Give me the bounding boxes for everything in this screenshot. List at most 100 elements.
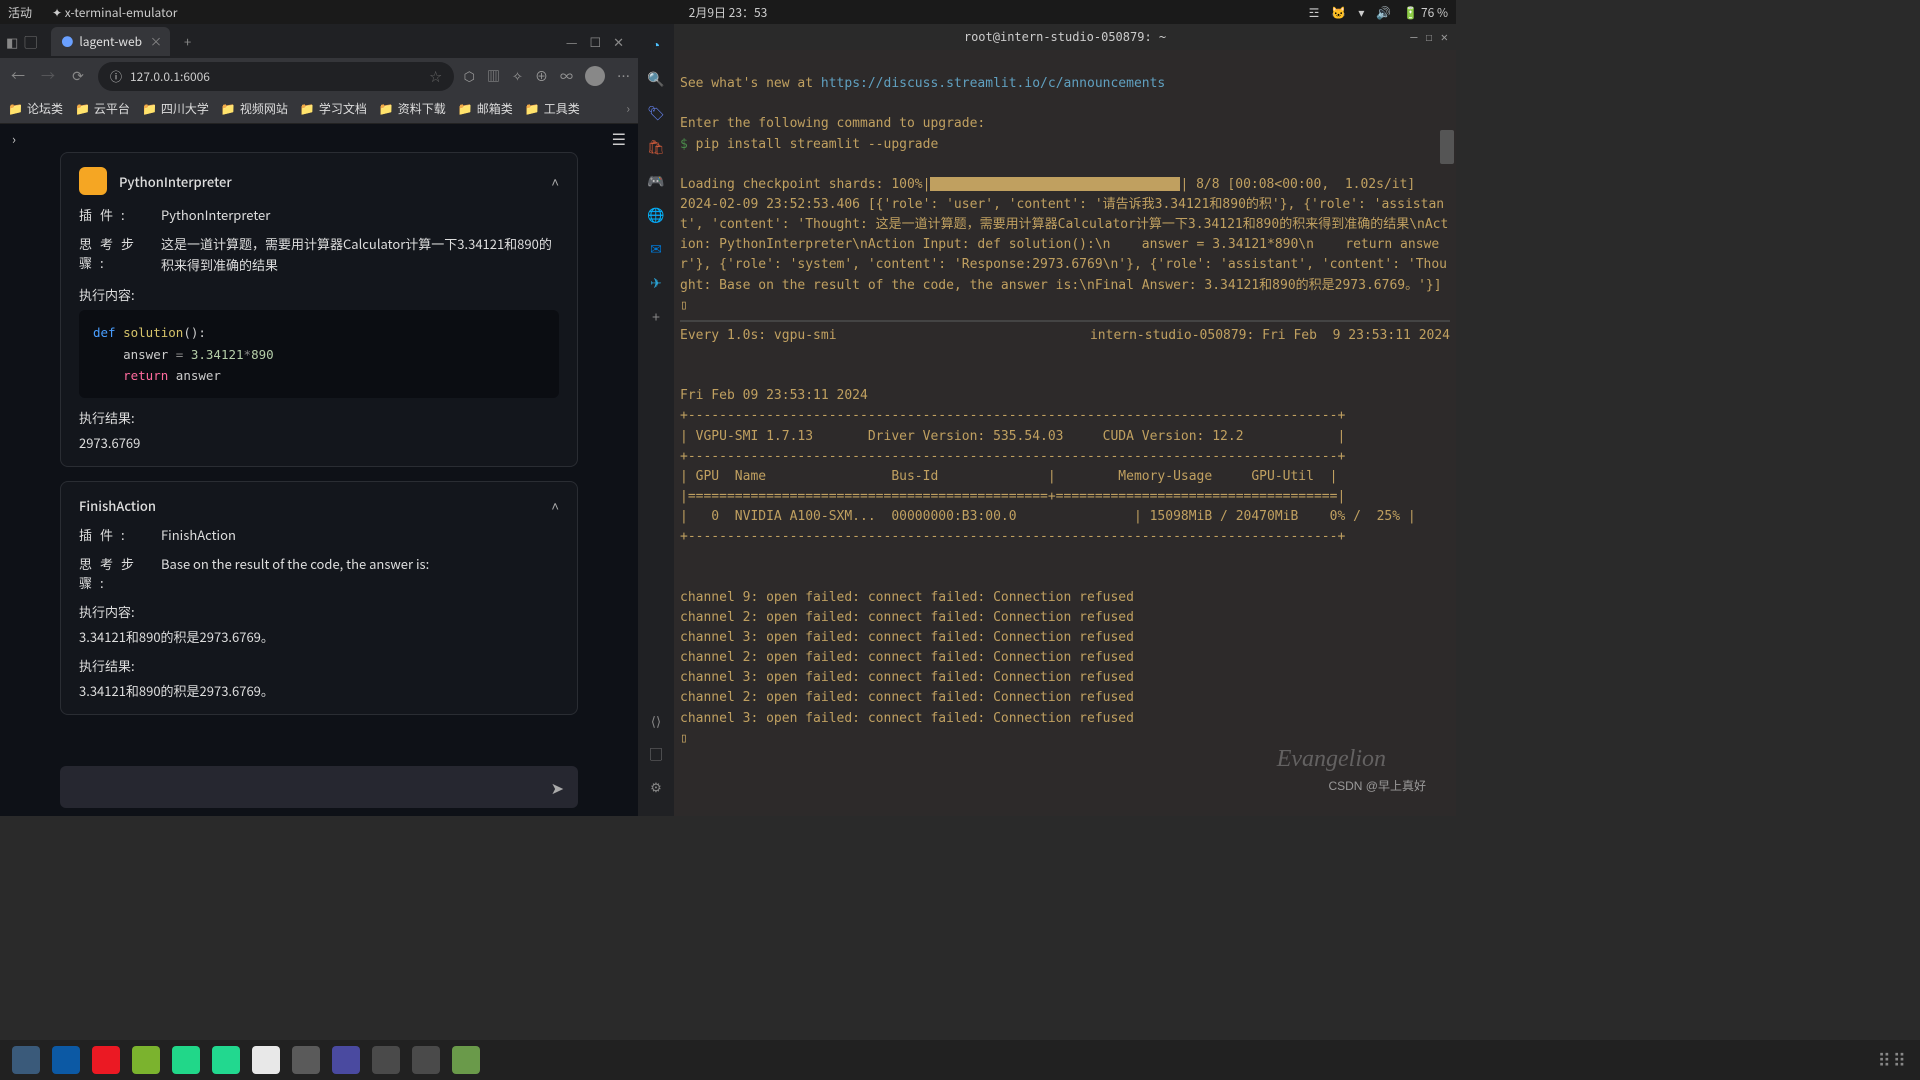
outlook-icon[interactable]: ✉ bbox=[645, 238, 667, 260]
plugin-value: PythonInterpreter bbox=[161, 205, 559, 226]
browser-icon[interactable]: 🌐 bbox=[645, 204, 667, 226]
tray-icon[interactable]: 🐱 bbox=[1331, 4, 1346, 21]
chevron-right-icon[interactable]: › bbox=[626, 100, 630, 117]
panel-bottom-icon[interactable]: ▢ bbox=[649, 744, 662, 763]
close-icon[interactable]: × bbox=[150, 33, 162, 50]
close-icon[interactable]: ✕ bbox=[1441, 30, 1448, 44]
profile-icon[interactable]: ◧ bbox=[6, 32, 18, 51]
add-icon[interactable]: + bbox=[645, 306, 667, 328]
minimize-icon[interactable]: — bbox=[1410, 30, 1417, 44]
collections-icon[interactable]: ⊕ bbox=[535, 66, 548, 86]
result-value: 3.34121和890的积是2973.6769。 bbox=[79, 681, 559, 700]
send-icon[interactable]: ➤ bbox=[551, 775, 564, 799]
bookmark-folder[interactable]: 📁学习文档 bbox=[300, 100, 367, 117]
favorite-icon[interactable]: ☆ bbox=[430, 68, 442, 85]
maximize-icon[interactable]: ☐ bbox=[589, 32, 601, 51]
sidebar-toggle-icon[interactable]: › bbox=[12, 129, 16, 148]
chevron-up-icon[interactable]: ˄ bbox=[551, 496, 559, 515]
games-icon[interactable]: 🎮 bbox=[645, 170, 667, 192]
thought-value: Base on the result of the code, the answ… bbox=[161, 554, 559, 592]
card-title: FinishAction bbox=[79, 496, 156, 515]
search-sidebar-icon[interactable]: 🔍 bbox=[645, 68, 667, 90]
input-method-icon[interactable]: ☲ bbox=[1309, 4, 1320, 21]
wifi-icon[interactable]: ▾ bbox=[1358, 4, 1364, 21]
result-label: 执行结果: bbox=[79, 656, 559, 675]
shopping-icon[interactable]: 🛍 bbox=[645, 136, 667, 158]
address-bar[interactable]: ⓘ 127.0.0.1:6006 ☆ bbox=[98, 62, 454, 91]
exec-label: 执行内容: bbox=[79, 285, 559, 304]
bookmark-folder[interactable]: 📁论坛类 bbox=[8, 100, 63, 117]
profile-avatar[interactable] bbox=[585, 66, 605, 86]
bookmark-folder[interactable]: 📁工具类 bbox=[525, 100, 580, 117]
gnome-dock: ⠿⠿ bbox=[0, 1040, 1920, 1080]
panel-icon[interactable]: ▢ bbox=[24, 32, 37, 51]
menu-icon[interactable]: ⋯ bbox=[617, 66, 630, 86]
code-block: def solution(): answer = 3.34121*890 ret… bbox=[79, 310, 559, 398]
gear-icon[interactable]: ⚙ bbox=[650, 777, 662, 796]
plugin-value: FinishAction bbox=[161, 525, 559, 546]
thought-value: 这是一道计算题，需要用计算器Calculator计算一下3.34121和890的… bbox=[161, 234, 559, 276]
bookmark-folder[interactable]: 📁资料下载 bbox=[379, 100, 446, 117]
bookmarks-bar: 📁论坛类 📁云平台 📁四川大学 📁视频网站 📁学习文档 📁资料下载 📁邮箱类 📁… bbox=[0, 94, 638, 124]
edge-sidebar: ◔ 🔍 🏷 🛍 🎮 🌐 ✉ ✈ + ⟨⟩ ▢ ⚙ bbox=[638, 24, 674, 816]
info-icon[interactable]: ⓘ bbox=[110, 68, 122, 85]
new-tab-button[interactable]: + bbox=[176, 28, 199, 55]
activities-button[interactable]: 活动 bbox=[8, 4, 32, 21]
terminal-window: root@intern-studio-050879: ~ — ☐ ✕ See w… bbox=[674, 24, 1456, 816]
files-icon[interactable] bbox=[12, 1046, 40, 1074]
bing-icon[interactable]: ◔ bbox=[645, 34, 667, 56]
reload-icon[interactable]: ⟳ bbox=[68, 66, 88, 86]
gnome-topbar: 活动 ✦ x-terminal-emulator 2月9日 23：53 ☲ 🐱 … bbox=[0, 0, 1456, 24]
terminal-output[interactable]: See what's new at https://discuss.stream… bbox=[674, 50, 1456, 816]
chevron-up-icon[interactable]: ˄ bbox=[551, 172, 559, 191]
app-grid-icon[interactable]: ⠿⠿ bbox=[1878, 1047, 1908, 1073]
volume-icon[interactable]: 🔊 bbox=[1376, 4, 1391, 21]
maximize-icon[interactable]: ☐ bbox=[1426, 30, 1433, 44]
hamburger-icon[interactable]: ☰ bbox=[612, 126, 626, 150]
chat-content: PythonInterpreter ˄ 插件:PythonInterpreter… bbox=[0, 152, 638, 760]
tag-icon[interactable]: 🏷 bbox=[645, 102, 667, 124]
qq-icon[interactable] bbox=[92, 1046, 120, 1074]
text-editor-icon[interactable] bbox=[252, 1046, 280, 1074]
bookmark-folder[interactable]: 📁四川大学 bbox=[142, 100, 209, 117]
fav-icon[interactable]: ✧ bbox=[512, 66, 523, 86]
app-icon[interactable] bbox=[332, 1046, 360, 1074]
edge-icon[interactable] bbox=[52, 1046, 80, 1074]
telegram-icon[interactable]: ✈ bbox=[645, 272, 667, 294]
scrollbar[interactable] bbox=[1440, 130, 1454, 164]
result-label: 执行结果: bbox=[79, 408, 559, 427]
bookmark-folder[interactable]: 📁云平台 bbox=[75, 100, 130, 117]
bookmark-folder[interactable]: 📁视频网站 bbox=[221, 100, 288, 117]
terminal-dock-icon[interactable] bbox=[412, 1046, 440, 1074]
battery-icon[interactable]: 🔋 76 % bbox=[1403, 4, 1448, 21]
bookmark-folder[interactable]: 📁邮箱类 bbox=[458, 100, 513, 117]
clock[interactable]: 2月9日 23：53 bbox=[689, 4, 768, 21]
settings-icon[interactable] bbox=[292, 1046, 320, 1074]
action-card-finish: FinishAction ˄ 插件:FinishAction 思考步骤:Base… bbox=[60, 481, 578, 715]
url-text: 127.0.0.1:6006 bbox=[130, 68, 210, 85]
exec-value: 3.34121和890的积是2973.6769。 bbox=[79, 627, 559, 646]
minimize-icon[interactable]: — bbox=[566, 32, 578, 51]
signature-watermark: Evangelion bbox=[1277, 741, 1386, 778]
trash-icon[interactable] bbox=[452, 1046, 480, 1074]
tab-title: lagent-web bbox=[79, 33, 142, 50]
clion-icon[interactable] bbox=[212, 1046, 240, 1074]
browser-tab[interactable]: ● lagent-web × bbox=[51, 27, 170, 56]
result-value: 2973.6769 bbox=[79, 433, 559, 452]
tab-favicon: ● bbox=[61, 33, 73, 50]
terminal-titlebar: root@intern-studio-050879: ~ — ☐ ✕ bbox=[674, 24, 1456, 50]
forward-icon: → bbox=[38, 66, 58, 86]
pycharm-icon[interactable] bbox=[172, 1046, 200, 1074]
reader-icon[interactable]: ▥ bbox=[487, 66, 500, 86]
back-icon[interactable]: ← bbox=[8, 66, 28, 86]
exec-label: 执行内容: bbox=[79, 602, 559, 621]
chat-input[interactable]: ➤ bbox=[60, 766, 578, 808]
browser-window: ◧ ▢ ● lagent-web × + — ☐ ✕ ← → ⟳ ⓘ 127.0… bbox=[0, 24, 638, 816]
wechat-icon[interactable] bbox=[132, 1046, 160, 1074]
brackets-icon[interactable]: ⟨⟩ bbox=[651, 711, 661, 730]
app-icon[interactable]: ∞ bbox=[560, 66, 573, 86]
extension-icon[interactable]: ⬡ bbox=[464, 66, 475, 86]
close-window-icon[interactable]: ✕ bbox=[613, 32, 624, 51]
app-name: ✦ x-terminal-emulator bbox=[52, 4, 177, 21]
terminal-dock-icon[interactable] bbox=[372, 1046, 400, 1074]
